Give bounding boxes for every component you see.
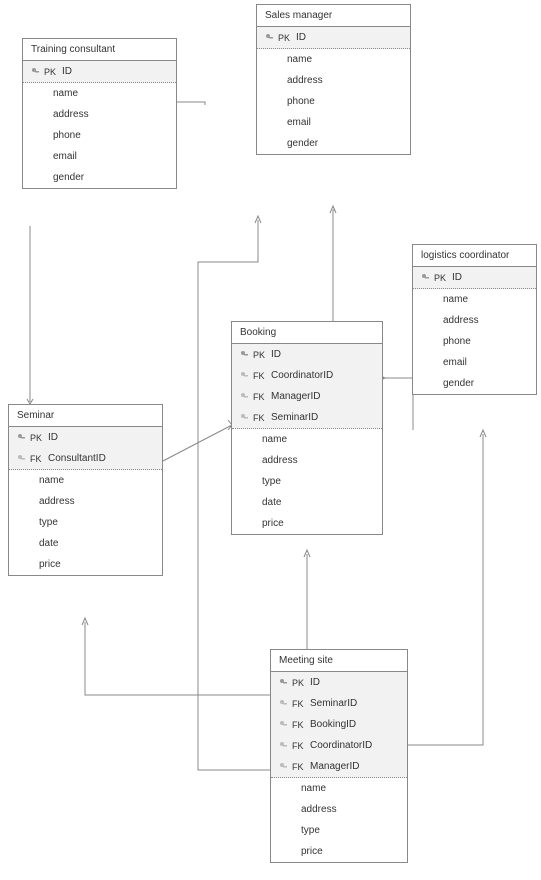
pk-label: PK	[44, 67, 58, 77]
pk-label: PK	[434, 273, 448, 283]
attr-row: type	[271, 820, 407, 841]
key-icon	[279, 678, 289, 688]
fk-row: FK SeminarID	[271, 693, 407, 714]
attr-row: gender	[257, 133, 410, 154]
key-icon	[279, 720, 289, 730]
key-icon	[279, 762, 289, 772]
entity-title: Booking	[232, 322, 382, 344]
entity-seminar: Seminar PK ID FK ConsultantID name addre…	[8, 404, 163, 576]
fk-row: FK CoordinatorID	[271, 735, 407, 756]
fk-label: FK	[292, 762, 306, 772]
fk-row: FK ManagerID	[232, 386, 382, 407]
fk-field: CoordinatorID	[271, 370, 333, 381]
entity-sales-manager: Sales manager PK ID name address phone e…	[256, 4, 411, 155]
fk-row: FK SeminarID	[232, 407, 382, 429]
fk-field: ManagerID	[271, 391, 320, 402]
fk-field: SeminarID	[271, 412, 318, 423]
attr-row: date	[232, 492, 382, 513]
entity-title: Sales manager	[257, 5, 410, 27]
fk-field: ConsultantID	[48, 453, 106, 464]
pk-label: PK	[292, 678, 306, 688]
attr-row: phone	[413, 331, 536, 352]
fk-label: FK	[292, 699, 306, 709]
pk-label: PK	[30, 433, 44, 443]
attr-row: type	[9, 512, 162, 533]
fk-label: FK	[253, 371, 267, 381]
pk-field: ID	[48, 432, 58, 443]
attr-row: email	[257, 112, 410, 133]
fk-label: FK	[292, 720, 306, 730]
key-icon	[17, 454, 27, 464]
pk-row: PK ID	[413, 267, 536, 289]
key-icon	[31, 67, 41, 77]
attr-row: address	[23, 104, 176, 125]
entity-logistics-coordinator: logistics coordinator PK ID name address…	[412, 244, 537, 395]
pk-row: PK ID	[232, 344, 382, 365]
entity-meeting-site: Meeting site PK ID FK SeminarID FK Booki…	[270, 649, 408, 863]
attr-row: name	[23, 83, 176, 104]
attr-row: address	[413, 310, 536, 331]
attr-row: address	[232, 450, 382, 471]
fk-row: FK BookingID	[271, 714, 407, 735]
attr-row: name	[232, 429, 382, 450]
key-icon	[240, 371, 250, 381]
pk-row: PK ID	[23, 61, 176, 83]
pk-label: PK	[253, 350, 267, 360]
attr-row: email	[413, 352, 536, 373]
pk-field: ID	[62, 66, 72, 77]
entity-title: Training consultant	[23, 39, 176, 61]
attr-row: name	[9, 470, 162, 491]
attr-row: phone	[23, 125, 176, 146]
attr-row: gender	[413, 373, 536, 394]
entity-title: Meeting site	[271, 650, 407, 672]
attr-row: name	[413, 289, 536, 310]
attr-row: address	[271, 799, 407, 820]
attr-row: price	[9, 554, 162, 575]
key-icon	[240, 413, 250, 423]
fk-row: FK ManagerID	[271, 756, 407, 778]
pk-field: ID	[271, 349, 281, 360]
pk-row: PK ID	[257, 27, 410, 49]
fk-label: FK	[253, 413, 267, 423]
attr-row: date	[9, 533, 162, 554]
fk-label: FK	[292, 741, 306, 751]
entity-title: logistics coordinator	[413, 245, 536, 267]
entity-booking: Booking PK ID FK CoordinatorID FK Manage…	[231, 321, 383, 535]
pk-row: PK ID	[9, 427, 162, 448]
attr-row: email	[23, 146, 176, 167]
key-icon	[240, 392, 250, 402]
attr-row: name	[257, 49, 410, 70]
key-icon	[265, 33, 275, 43]
fk-label: FK	[253, 392, 267, 402]
attr-row: price	[271, 841, 407, 862]
entity-training-consultant: Training consultant PK ID name address p…	[22, 38, 177, 189]
pk-field: ID	[296, 32, 306, 43]
fk-field: SeminarID	[310, 698, 357, 709]
pk-row: PK ID	[271, 672, 407, 693]
pk-field: ID	[310, 677, 320, 688]
fk-field: BookingID	[310, 719, 356, 730]
attr-row: price	[232, 513, 382, 534]
fk-field: ManagerID	[310, 761, 359, 772]
fk-field: CoordinatorID	[310, 740, 372, 751]
key-icon	[421, 273, 431, 283]
key-icon	[240, 350, 250, 360]
pk-field: ID	[452, 272, 462, 283]
key-icon	[279, 699, 289, 709]
pk-label: PK	[278, 33, 292, 43]
attr-row: type	[232, 471, 382, 492]
attr-row: gender	[23, 167, 176, 188]
attr-row: address	[9, 491, 162, 512]
fk-row: FK CoordinatorID	[232, 365, 382, 386]
fk-label: FK	[30, 454, 44, 464]
key-icon	[17, 433, 27, 443]
attr-row: phone	[257, 91, 410, 112]
attr-row: address	[257, 70, 410, 91]
attr-row: name	[271, 778, 407, 799]
entity-title: Seminar	[9, 405, 162, 427]
fk-row: FK ConsultantID	[9, 448, 162, 470]
key-icon	[279, 741, 289, 751]
